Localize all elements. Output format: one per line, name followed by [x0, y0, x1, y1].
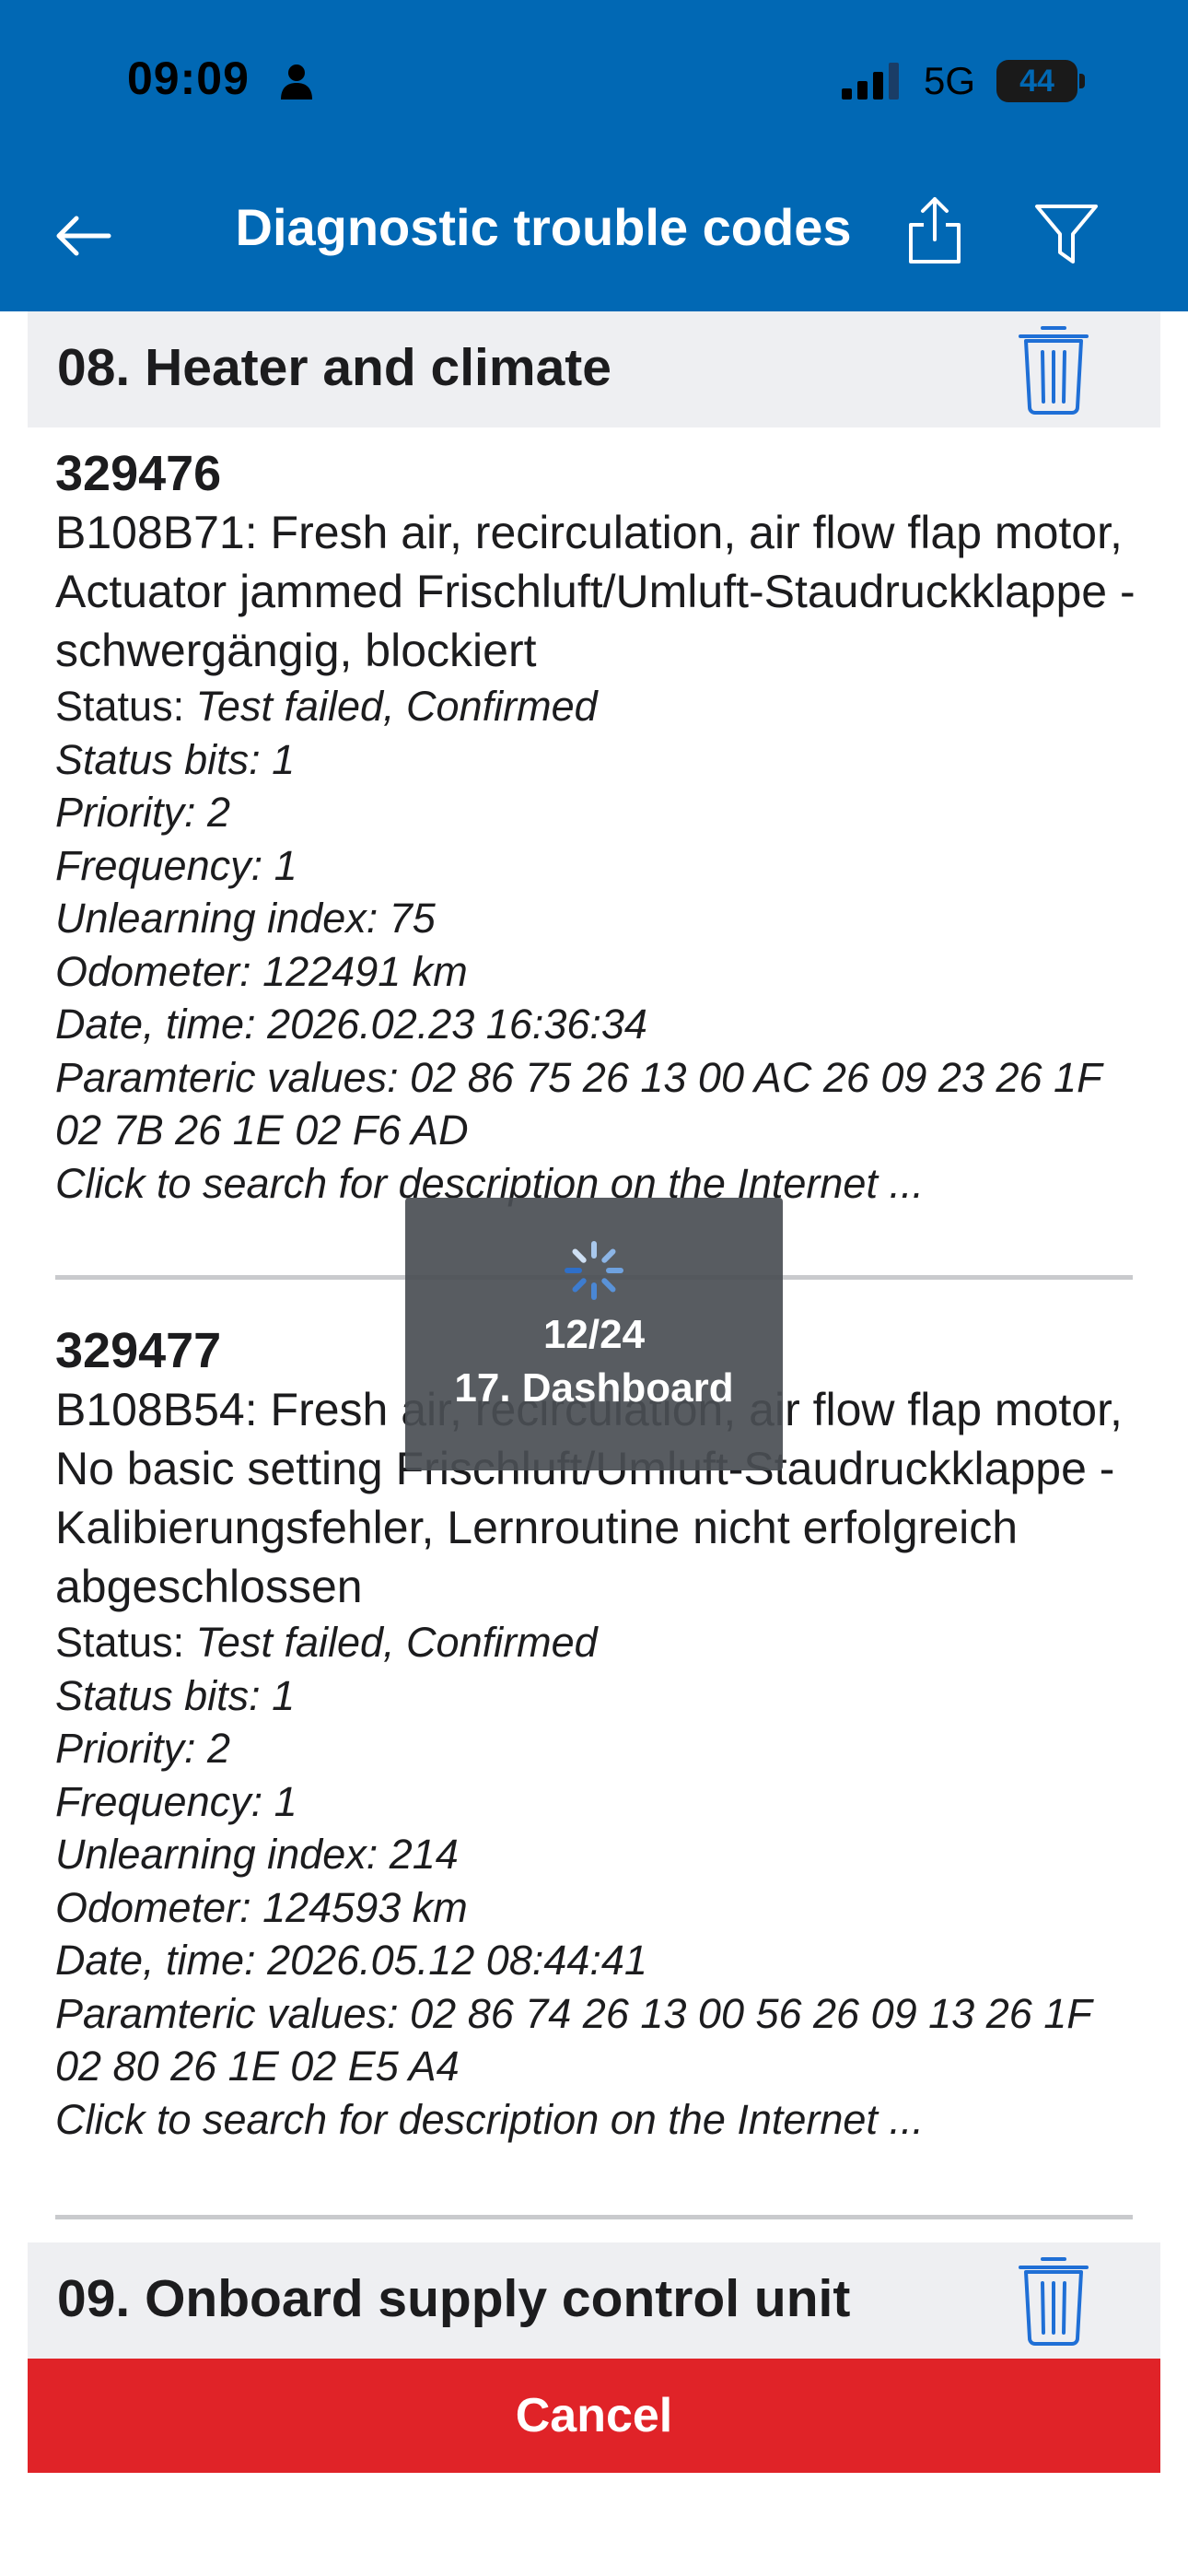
dtc-parametric-values: Paramteric values: 02 86 75 26 13 00 AC … — [55, 1053, 1101, 1154]
status-time: 09:09 — [127, 53, 250, 104]
trash-icon — [1019, 326, 1089, 415]
section-title: 09. Onboard supply control unit — [57, 2269, 851, 2328]
search-internet-link[interactable]: Click to search for description on the I… — [55, 2093, 1142, 2147]
back-button[interactable] — [46, 199, 120, 273]
network-type: 5G — [924, 59, 976, 102]
share-icon — [909, 197, 961, 263]
section-title: 08. Heater and climate — [57, 338, 611, 397]
page-title: Diagnostic trouble codes — [235, 198, 852, 256]
cancel-button[interactable]: Cancel — [28, 2359, 1160, 2473]
dtc-frequency: Frequency: 1 — [55, 841, 297, 889]
dtc-parametric-values: Paramteric values: 02 86 74 26 13 00 56 … — [55, 1989, 1091, 2090]
dtc-unlearning-index: Unlearning index: 75 — [55, 895, 436, 942]
dtc-unlearning-index: Unlearning index: 214 — [55, 1831, 459, 1878]
status-bar: 09:09 5G 44 — [0, 0, 1188, 162]
progress-count: 12/24 — [542, 1312, 646, 1357]
cellular-signal-icon — [842, 63, 899, 100]
divider — [55, 2215, 1133, 2219]
dtc-entry[interactable]: 329476 B108B71: Fresh air, recirculation… — [55, 440, 1142, 1210]
dtc-frequency: Frequency: 1 — [55, 1777, 297, 1825]
dtc-status: Status: Test failed, Confirmed — [55, 1616, 1142, 1669]
dtc-status: Status: Test failed, Confirmed — [55, 680, 1142, 733]
dtc-id: 329476 — [55, 446, 222, 501]
dtc-status-value: Test failed, Confirmed — [195, 683, 598, 730]
delete-section-button[interactable] — [1015, 2252, 1092, 2348]
dtc-status-label: Status: — [55, 683, 196, 730]
share-button[interactable] — [898, 192, 972, 275]
nav-bar: Diagnostic trouble codes — [0, 162, 1188, 311]
filter-button[interactable] — [1030, 193, 1103, 276]
top-bar: 09:09 5G 44 Diagnostic trouble codes — [0, 0, 1188, 311]
dtc-description: B108B71: Fresh air, recirculation, air f… — [55, 507, 1136, 676]
arrow-left-icon — [56, 216, 111, 256]
dtc-date-time: Date, time: 2026.05.12 08:44:41 — [55, 1937, 647, 1984]
dtc-status-value: Test failed, Confirmed — [195, 1619, 598, 1666]
spinner-icon — [565, 1241, 623, 1300]
person-icon — [281, 64, 312, 100]
delete-section-button[interactable] — [1015, 321, 1092, 416]
battery-cap — [1079, 74, 1085, 88]
section-header: 09. Onboard supply control unit — [28, 2242, 1160, 2359]
filter-icon — [1035, 205, 1098, 263]
battery-icon: 44 — [996, 60, 1077, 102]
dtc-status-bits: Status bits: 1 — [55, 735, 296, 783]
progress-current-unit: 17. Dashboard — [454, 1365, 734, 1411]
battery-level: 44 — [1019, 64, 1054, 99]
dtc-priority: Priority: 2 — [55, 1725, 231, 1772]
dtc-odometer: Odometer: 124593 km — [55, 1883, 468, 1931]
section-header: 08. Heater and climate — [28, 311, 1160, 427]
dtc-status-label: Status: — [55, 1619, 196, 1666]
dtc-date-time: Date, time: 2026.02.23 16:36:34 — [55, 1001, 647, 1048]
dtc-odometer: Odometer: 122491 km — [55, 947, 468, 995]
dtc-priority: Priority: 2 — [55, 789, 231, 836]
progress-overlay: 12/24 17. Dashboard — [405, 1198, 783, 1470]
trash-icon — [1019, 2257, 1089, 2346]
dtc-status-bits: Status bits: 1 — [55, 1671, 296, 1719]
